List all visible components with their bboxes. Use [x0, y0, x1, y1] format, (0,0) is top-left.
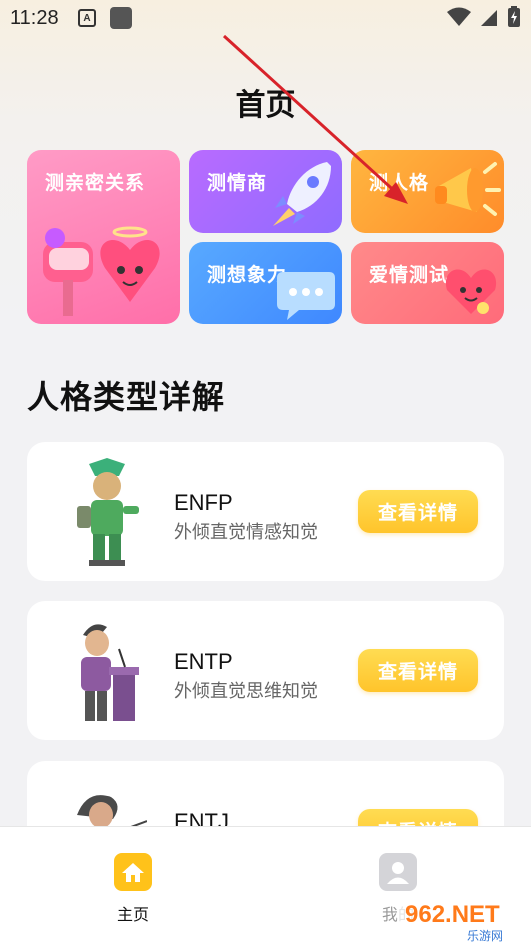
nav-home-label: 主页 [116, 905, 149, 924]
megaphone-icon [435, 162, 501, 216]
section-title: 人格类型详解 [27, 378, 226, 416]
personality-card: ENTP 外倾直觉思维知觉 查看详情 [27, 601, 504, 740]
heart-character-icon [445, 269, 497, 314]
tile-relationship-test[interactable]: 测亲密关系 [27, 150, 180, 324]
card-type-code: ENTP [174, 649, 233, 674]
mailbox-heart-icon [43, 226, 160, 316]
tile-label: 测情商 [207, 172, 268, 194]
card-type-description: 外倾直觉情感知觉 [174, 522, 318, 543]
signal-icon [481, 10, 497, 26]
tile-label: 测亲密关系 [45, 172, 146, 194]
nav-home[interactable]: 主页 [98, 853, 168, 925]
enfp-character-icon [77, 458, 139, 566]
battery-icon [508, 6, 520, 27]
notification-app-icon [110, 7, 132, 29]
personality-card: ENFP 外倾直觉情感知觉 查看详情 [27, 442, 504, 581]
chat-bubble-icon [277, 272, 335, 320]
home-icon [114, 853, 152, 891]
rocket-icon [273, 162, 331, 226]
status-icons [447, 6, 521, 28]
card-type-code: ENFP [174, 490, 233, 515]
entp-character-icon [81, 624, 139, 721]
tile-eq-test[interactable]: 测情商 [189, 150, 342, 233]
tile-love-test[interactable]: 爱情测试 [351, 242, 504, 324]
user-icon [379, 853, 417, 891]
tile-label: 测人格 [369, 172, 430, 194]
watermark-text: 962.NET [405, 901, 500, 928]
tile-label: 爱情测试 [369, 264, 450, 286]
status-bar: 11:28 A [0, 0, 531, 38]
card-type-description: 外倾直觉思维知觉 [174, 681, 318, 702]
watermark-logo: 962.NET 乐游网 [397, 900, 527, 942]
watermark-subtext: 乐游网 [467, 929, 503, 942]
page-title: 首页 [235, 88, 296, 123]
wifi-icon [447, 7, 471, 26]
status-time: 11:28 [10, 7, 59, 29]
notification-a-icon: A [78, 9, 96, 27]
view-details-button[interactable]: 查看详情 [358, 490, 478, 533]
tile-imagination-test[interactable]: 测想象力 [189, 242, 342, 324]
tile-personality-test[interactable]: 测人格 [351, 150, 504, 233]
view-details-button[interactable]: 查看详情 [358, 649, 478, 692]
